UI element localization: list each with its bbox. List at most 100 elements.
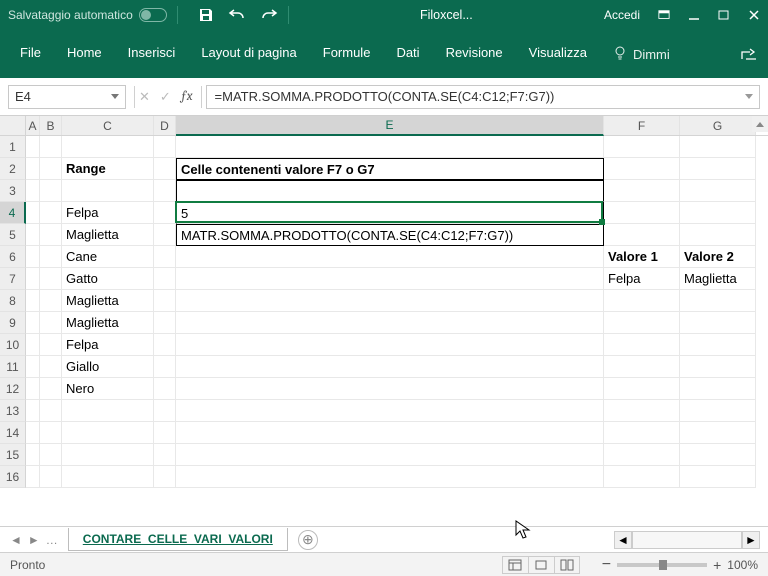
cell-B12[interactable]: [40, 378, 62, 400]
cell-C6[interactable]: Cane: [62, 246, 154, 268]
col-header-f[interactable]: F: [604, 116, 680, 135]
cell-C1[interactable]: [62, 136, 154, 158]
close-icon[interactable]: [748, 9, 760, 21]
cell-E1[interactable]: [176, 136, 604, 158]
cell-F15[interactable]: [604, 444, 680, 466]
tab-review[interactable]: Revisione: [434, 39, 515, 70]
cell-C15[interactable]: [62, 444, 154, 466]
cell-C9[interactable]: Maglietta: [62, 312, 154, 334]
row-header-2[interactable]: 2: [0, 158, 26, 180]
cell-G14[interactable]: [680, 422, 756, 444]
cell-D7[interactable]: [154, 268, 176, 290]
cell-C8[interactable]: Maglietta: [62, 290, 154, 312]
cell-D9[interactable]: [154, 312, 176, 334]
minimize-icon[interactable]: [688, 9, 700, 21]
cell-C4[interactable]: Felpa: [62, 202, 154, 224]
view-normal-icon[interactable]: [502, 556, 528, 574]
sheet-tab-active[interactable]: CONTARE_CELLE_VARI_VALORI: [68, 528, 288, 551]
tab-insert[interactable]: Inserisci: [116, 39, 188, 70]
cell-A13[interactable]: [26, 400, 40, 422]
zoom-value[interactable]: 100%: [727, 558, 758, 572]
cell-F2[interactable]: [604, 158, 680, 180]
cell-C13[interactable]: [62, 400, 154, 422]
row-header-8[interactable]: 8: [0, 290, 26, 312]
sheet-nav-more-icon[interactable]: …: [46, 533, 58, 547]
cell-B1[interactable]: [40, 136, 62, 158]
row-header-4[interactable]: 4: [0, 202, 26, 224]
col-header-e[interactable]: E: [176, 116, 604, 136]
cell-G3[interactable]: [680, 180, 756, 202]
cell-C2[interactable]: Range: [62, 158, 154, 180]
cell-F13[interactable]: [604, 400, 680, 422]
cell-F7[interactable]: Felpa: [604, 268, 680, 290]
col-header-g[interactable]: G: [680, 116, 756, 135]
cell-C7[interactable]: Gatto: [62, 268, 154, 290]
cell-F16[interactable]: [604, 466, 680, 488]
cell-B2[interactable]: [40, 158, 62, 180]
cell-G6[interactable]: Valore 2: [680, 246, 756, 268]
tab-home[interactable]: Home: [55, 39, 114, 70]
tell-me[interactable]: Dimmi: [613, 46, 670, 63]
ribbon-display-icon[interactable]: [658, 9, 670, 21]
hscroll-track[interactable]: [632, 531, 742, 549]
add-sheet-button[interactable]: ⊕: [298, 530, 318, 550]
cell-A10[interactable]: [26, 334, 40, 356]
cell-E14[interactable]: [176, 422, 604, 444]
row-header-9[interactable]: 9: [0, 312, 26, 334]
hscroll-right-icon[interactable]: ►: [742, 531, 760, 549]
cell-G5[interactable]: [680, 224, 756, 246]
sheet-nav-next-icon[interactable]: ►: [28, 533, 40, 547]
col-header-c[interactable]: C: [62, 116, 154, 135]
zoom-in-icon[interactable]: +: [713, 557, 721, 573]
cell-B13[interactable]: [40, 400, 62, 422]
cell-G12[interactable]: [680, 378, 756, 400]
cell-C16[interactable]: [62, 466, 154, 488]
cell-F1[interactable]: [604, 136, 680, 158]
cell-A16[interactable]: [26, 466, 40, 488]
cell-B7[interactable]: [40, 268, 62, 290]
cell-F11[interactable]: [604, 356, 680, 378]
row-header-16[interactable]: 16: [0, 466, 26, 488]
cell-A3[interactable]: [26, 180, 40, 202]
cell-D10[interactable]: [154, 334, 176, 356]
cancel-formula-icon[interactable]: ✕: [139, 89, 150, 105]
maximize-icon[interactable]: [718, 9, 730, 21]
cell-A6[interactable]: [26, 246, 40, 268]
cell-F10[interactable]: [604, 334, 680, 356]
row-header-3[interactable]: 3: [0, 180, 26, 202]
cell-D13[interactable]: [154, 400, 176, 422]
cell-C3[interactable]: [62, 180, 154, 202]
cell-A2[interactable]: [26, 158, 40, 180]
cell-C11[interactable]: Giallo: [62, 356, 154, 378]
cell-E6[interactable]: [176, 246, 604, 268]
cell-E5[interactable]: MATR.SOMMA.PRODOTTO(CONTA.SE(C4:C12;F7:G…: [176, 224, 604, 246]
cell-B10[interactable]: [40, 334, 62, 356]
cell-E3[interactable]: [176, 180, 604, 202]
cell-F12[interactable]: [604, 378, 680, 400]
spreadsheet-grid[interactable]: A B C D E F G 12RangeCelle contenenti va…: [0, 116, 768, 526]
tab-data[interactable]: Dati: [384, 39, 431, 70]
cell-F8[interactable]: [604, 290, 680, 312]
cell-E2[interactable]: Celle contenenti valore F7 o G7: [176, 158, 604, 180]
cell-A11[interactable]: [26, 356, 40, 378]
cell-A7[interactable]: [26, 268, 40, 290]
cell-B11[interactable]: [40, 356, 62, 378]
cell-B8[interactable]: [40, 290, 62, 312]
cell-E12[interactable]: [176, 378, 604, 400]
fx-icon[interactable]: ƒx: [181, 89, 193, 104]
share-icon[interactable]: [738, 43, 760, 65]
row-header-14[interactable]: 14: [0, 422, 26, 444]
autosave-toggle[interactable]: Salvataggio automatico: [8, 8, 167, 22]
cell-G4[interactable]: [680, 202, 756, 224]
cell-E15[interactable]: [176, 444, 604, 466]
row-header-13[interactable]: 13: [0, 400, 26, 422]
zoom-slider[interactable]: [617, 563, 707, 567]
cell-E7[interactable]: [176, 268, 604, 290]
cell-E13[interactable]: [176, 400, 604, 422]
row-header-15[interactable]: 15: [0, 444, 26, 466]
tab-layout[interactable]: Layout di pagina: [189, 39, 308, 70]
cell-C5[interactable]: Maglietta: [62, 224, 154, 246]
signin-link[interactable]: Accedi: [604, 8, 640, 22]
cell-E16[interactable]: [176, 466, 604, 488]
row-header-11[interactable]: 11: [0, 356, 26, 378]
